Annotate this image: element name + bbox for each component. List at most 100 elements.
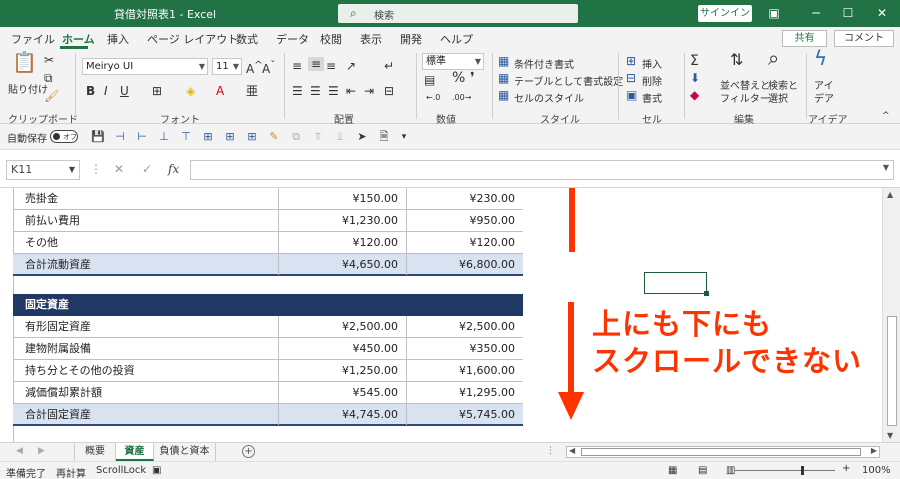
decrease-font-icon[interactable]: Aˇ <box>262 59 275 76</box>
sort-filter-label-2[interactable]: フィルター <box>720 90 770 105</box>
align-icon[interactable]: ⫪ <box>310 129 326 145</box>
save-icon[interactable]: 💾 <box>90 129 106 145</box>
table-row[interactable]: 前払い費用 ¥1,230.00 ¥950.00 <box>13 210 523 231</box>
next-sheet-icon[interactable]: ▶ <box>38 446 45 456</box>
search-box[interactable]: ⌕ 検索 <box>338 4 578 23</box>
scroll-right-icon[interactable]: ▶ <box>871 446 877 455</box>
close-button[interactable]: ✕ <box>872 4 892 22</box>
align-left-icon[interactable]: ☰ <box>292 84 303 98</box>
table-row[interactable]: 建物附属設備 ¥450.00 ¥350.00 <box>13 338 523 359</box>
comma-style-icon[interactable]: ❜ <box>470 71 475 85</box>
tab-insert[interactable]: 挿入 <box>107 31 129 47</box>
cell-styles-button[interactable]: セルのスタイル <box>514 90 584 105</box>
clear-icon[interactable]: ◆ <box>690 88 699 102</box>
align-right-icon[interactable]: ☰ <box>328 84 339 98</box>
increase-decimal-icon[interactable]: ←.0 <box>426 91 440 105</box>
tab-help[interactable]: ヘルプ <box>440 31 473 47</box>
decrease-indent-icon[interactable]: ⇤ <box>346 84 356 98</box>
font-size-select[interactable]: 11 ▼ <box>212 58 242 75</box>
insert-row-icon[interactable]: ⊤ <box>178 129 194 145</box>
macro-record-icon[interactable]: ▣ <box>152 465 161 476</box>
ideas-icon[interactable]: ϟ <box>814 48 827 68</box>
zoom-slider[interactable] <box>735 470 835 471</box>
tab-splitter-icon[interactable]: ⋮ <box>546 446 555 456</box>
wrap-text-icon[interactable]: ↵ <box>384 59 394 73</box>
enter-icon[interactable]: ✓ <box>142 162 152 176</box>
sheet-tab-liabilities[interactable]: 負債と資本 <box>154 443 216 461</box>
comment-button[interactable]: コメント <box>834 30 894 47</box>
tab-developer[interactable]: 開発 <box>400 31 422 47</box>
conditional-format-button[interactable]: 条件付き書式 <box>514 56 574 71</box>
italic-icon[interactable]: I <box>104 84 108 98</box>
scroll-down-icon[interactable]: ▼ <box>887 431 893 440</box>
find-select-label-2[interactable]: 選択 <box>768 90 788 105</box>
delete-row-icon[interactable]: ⊥ <box>156 129 172 145</box>
border-grid-icon[interactable]: ⊞ <box>244 129 260 145</box>
font-name-select[interactable]: Meiryo UI ▼ <box>82 58 208 75</box>
tab-file[interactable]: ファイル <box>11 31 55 47</box>
scroll-up-icon[interactable]: ▲ <box>887 190 893 199</box>
tab-review[interactable]: 校閲 <box>320 31 342 47</box>
page-layout-view-icon[interactable]: ▤ <box>698 465 707 476</box>
percent-icon[interactable]: % <box>452 71 465 85</box>
orientation-icon[interactable]: ↗ <box>346 59 356 73</box>
insert-cells-button[interactable]: 挿入 <box>642 56 662 71</box>
delete-cells-button[interactable]: 削除 <box>642 73 662 88</box>
customize-qat-icon[interactable]: ▾ <box>396 129 412 145</box>
signin-button[interactable]: サインイン <box>698 5 752 22</box>
scroll-thumb[interactable] <box>887 316 897 426</box>
paste-icon[interactable]: 📋 <box>12 52 37 72</box>
decrease-decimal-icon[interactable]: .00→ <box>452 91 471 105</box>
fill-icon[interactable]: ⬇ <box>690 71 700 85</box>
cut-icon[interactable]: ✂ <box>44 53 54 67</box>
underline-icon[interactable]: U <box>120 84 129 98</box>
increase-indent-icon[interactable]: ⇥ <box>364 84 374 98</box>
insert-function-icon[interactable]: fx <box>168 162 179 176</box>
table-row[interactable]: その他 ¥120.00 ¥120.00 <box>13 232 523 253</box>
vertical-scrollbar[interactable]: ▲ ▼ <box>882 188 900 442</box>
total-row[interactable]: 合計流動資産 ¥4,650.00 ¥6,800.00 <box>13 254 523 276</box>
tab-home[interactable]: ホーム <box>62 31 95 47</box>
paste-label[interactable]: 貼り付け <box>8 81 48 96</box>
fill-color-icon[interactable]: ◈ <box>186 84 195 98</box>
scroll-thumb[interactable] <box>581 448 861 456</box>
zoom-slider-knob[interactable] <box>801 466 804 475</box>
tab-page-layout[interactable]: ページ レイアウト <box>147 31 238 47</box>
font-color-icon[interactable]: A <box>216 84 224 98</box>
collapse-ribbon-icon[interactable]: ^ <box>882 109 890 123</box>
section-header[interactable]: 固定資産 <box>13 294 523 316</box>
format-as-table-button[interactable]: テーブルとして書式設定 <box>514 73 623 88</box>
table-row[interactable]: 減価償却累計額 ¥545.00 ¥1,295.00 <box>13 382 523 403</box>
normal-view-icon[interactable]: ▦ <box>668 465 677 476</box>
autosave-toggle[interactable]: オフ <box>50 130 78 143</box>
sheet-tab-overview[interactable]: 概要 <box>74 443 116 461</box>
horizontal-scrollbar[interactable]: ◀ ▶ <box>566 446 880 458</box>
sheet-tab-assets[interactable]: 資産 <box>116 443 154 461</box>
name-box[interactable]: K11 ▼ <box>6 160 80 180</box>
zoom-level[interactable]: 100% <box>862 465 891 476</box>
distribute-icon[interactable]: ⫫ <box>332 129 348 145</box>
copy-icon[interactable]: ⧉ <box>44 71 53 85</box>
maximize-button[interactable]: ☐ <box>838 4 858 22</box>
grid-icon[interactable]: ⊞ <box>200 129 216 145</box>
align-middle-icon[interactable]: ≡ <box>308 57 324 71</box>
phonetic-icon[interactable]: 亜 <box>246 84 258 98</box>
increase-font-icon[interactable]: A^ <box>246 59 263 76</box>
minimize-button[interactable]: ─ <box>806 4 826 22</box>
expand-formula-icon[interactable]: ▼ <box>883 163 889 172</box>
worksheet[interactable]: 売掛金 ¥150.00 ¥230.00 前払い費用 ¥1,230.00 ¥950… <box>0 188 882 442</box>
selected-cell[interactable] <box>644 272 709 296</box>
table-row[interactable]: 売掛金 ¥150.00 ¥230.00 <box>13 188 523 209</box>
format-painter-icon[interactable]: 🖌 <box>44 89 59 103</box>
insert-column-icon[interactable]: ⊢ <box>134 129 150 145</box>
status-recalc[interactable]: 再計算 <box>56 465 86 479</box>
table-row[interactable]: 持ち分とその他の投資 ¥1,250.00 ¥1,600.00 <box>13 360 523 381</box>
number-format-select[interactable]: 標準 ▼ <box>422 53 484 70</box>
table-icon[interactable]: ⊞ <box>222 129 238 145</box>
cancel-icon[interactable]: ✕ <box>114 162 124 176</box>
scroll-left-icon[interactable]: ◀ <box>569 446 575 455</box>
select-objects-icon[interactable]: ➤ <box>354 129 370 145</box>
copy-format-icon[interactable]: ⧉ <box>288 129 304 145</box>
table-row[interactable]: 有形固定資産 ¥2,500.00 ¥2,500.00 <box>13 316 523 337</box>
edit-icon[interactable]: ✎ <box>266 129 282 145</box>
